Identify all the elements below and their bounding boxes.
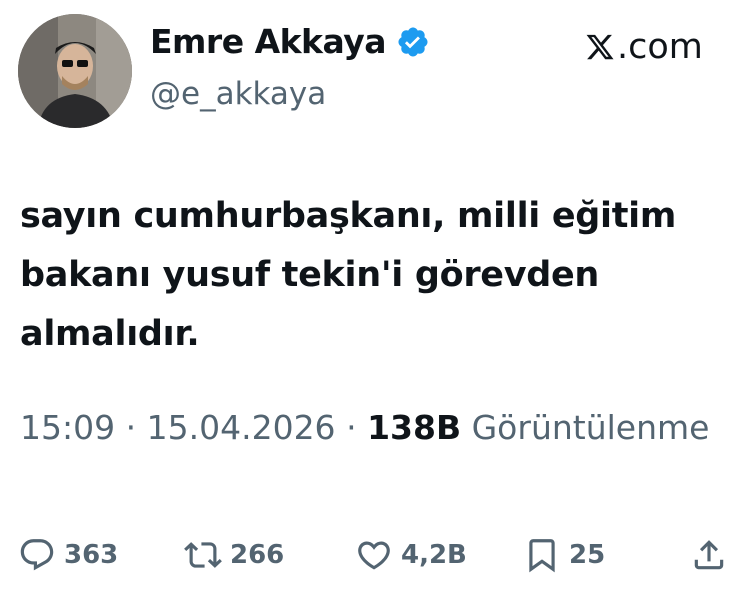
tweet-time[interactable]: 15:09 <box>20 408 115 447</box>
user-name-row: Emre Akkaya <box>150 22 430 61</box>
like-button[interactable]: 4,2B <box>355 536 467 574</box>
action-bar: 363 266 4,2B 25 <box>0 530 750 580</box>
display-name[interactable]: Emre Akkaya <box>150 22 387 61</box>
x-logo-icon <box>586 34 614 60</box>
heart-icon <box>358 541 390 570</box>
avatar-photo <box>18 14 132 128</box>
tweet-text: sayın cumhurbaşkanı, milli eğitim bakanı… <box>20 196 677 354</box>
like-count: 4,2B <box>401 540 467 570</box>
bookmark-button[interactable]: 25 <box>523 536 605 574</box>
meta-separator: · <box>346 408 357 447</box>
reply-icon <box>20 539 54 571</box>
bookmark-count: 25 <box>569 540 606 570</box>
repost-icon <box>184 542 222 568</box>
profile-avatar[interactable] <box>18 14 132 128</box>
brand-domain: .com <box>617 27 703 67</box>
bookmark-icon <box>529 539 555 573</box>
tweet-meta: 15:09 · 15.04.2026 · 138B Görüntülenme <box>20 408 709 447</box>
views-label: Görüntülenme <box>471 408 710 447</box>
tweet-date[interactable]: 15.04.2026 <box>147 408 336 447</box>
repost-count: 266 <box>230 540 285 570</box>
views-count[interactable]: 138B <box>367 408 461 447</box>
repost-button[interactable]: 266 <box>184 536 284 574</box>
reply-button[interactable]: 363 <box>18 536 118 574</box>
meta-separator: · <box>125 408 137 447</box>
x-brand: .com <box>585 27 703 67</box>
share-icon <box>694 540 724 570</box>
verified-badge-icon <box>396 25 430 59</box>
reply-count: 363 <box>64 540 119 570</box>
share-button[interactable] <box>690 536 728 574</box>
user-handle[interactable]: @e_akkaya <box>150 76 326 112</box>
